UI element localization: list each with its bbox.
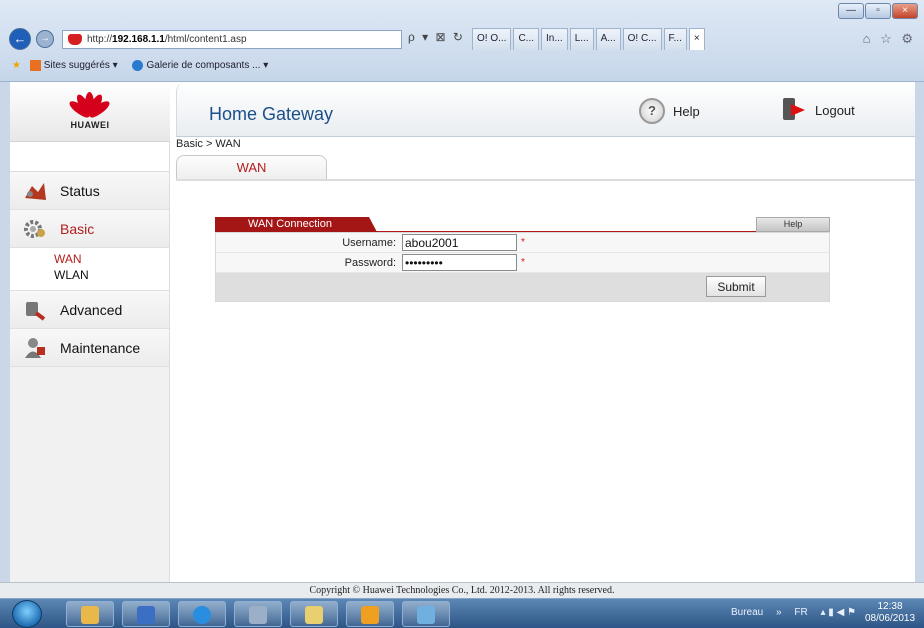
page-header: Home Gateway ? Help Logout [176, 82, 915, 137]
username-row: Username: * [216, 233, 829, 253]
webslice-icon [132, 59, 144, 71]
help-link[interactable]: ? Help [639, 98, 700, 124]
browser-tab[interactable]: In... [541, 28, 568, 50]
back-icon[interactable]: ← [9, 28, 31, 50]
browser-tab-active-close[interactable]: × [688, 28, 705, 50]
address-bar[interactable]: http://192.168.1.1/html/content1.asp [62, 30, 402, 49]
sidebar-item-status[interactable]: Status [10, 172, 169, 210]
advanced-icon [22, 299, 48, 321]
browser-tab[interactable]: F... [663, 28, 687, 50]
site-favicon [68, 34, 82, 45]
sidebar-spacer [10, 142, 169, 172]
forward-icon[interactable]: → [36, 30, 54, 48]
huawei-logo: HUAWEI [10, 82, 170, 142]
taskbar-mail-app[interactable] [66, 601, 114, 627]
tray-expand-icon[interactable]: » [776, 607, 782, 618]
sidebar-item-advanced[interactable]: Advanced [10, 291, 169, 329]
sidebar-item-label: Maintenance [60, 339, 141, 356]
huawei-petal-icon [67, 88, 112, 120]
wan-connection-panel: WAN Connection Help Username: * Password… [215, 217, 830, 302]
taskbar-ie-app[interactable] [178, 601, 226, 627]
favorite-suggested-sites[interactable]: Sites suggérés ▾ [44, 60, 118, 71]
panel-header: WAN Connection Help [215, 217, 830, 232]
logout-label: Logout [815, 102, 855, 118]
browser-tab[interactable]: A... [595, 28, 621, 50]
taskbar-word-app[interactable] [122, 601, 170, 627]
brand-name: HUAWEI [70, 120, 110, 130]
sidebar-item-maintenance[interactable]: Maintenance [10, 329, 169, 367]
system-tray: Bureau » FR ▴ ▮ ◀ ⚑ [721, 607, 856, 618]
browser-tab[interactable]: O! O... [472, 28, 512, 50]
window-controls: — ▫ × [837, 3, 918, 19]
panel-body: Username: * Password: * Submit [215, 232, 830, 302]
favorites-star-icon[interactable]: ★ [12, 60, 21, 71]
tray-icons[interactable]: ▴ ▮ ◀ ⚑ [820, 607, 856, 618]
maintenance-icon [22, 337, 48, 359]
username-field[interactable] [402, 234, 517, 251]
suggested-sites-icon [29, 59, 41, 71]
password-field[interactable] [402, 254, 517, 271]
page-title: Home Gateway [209, 104, 334, 124]
browser-chrome: — ▫ × ← → http://192.168.1.1/html/conten… [0, 0, 924, 82]
required-mark: * [521, 257, 525, 268]
home-star-gear-icons[interactable]: ⌂ ☆ ⚙ [863, 31, 916, 47]
sidebar-item-label: Basic [60, 220, 95, 237]
username-label: Username: [342, 236, 396, 249]
browser-tab[interactable]: L... [569, 28, 594, 50]
tab-divider [176, 179, 915, 181]
password-row: Password: * [216, 253, 829, 273]
taskbar-clock[interactable]: 12:38 08/06/2013 [862, 601, 918, 625]
minimize-button[interactable]: — [838, 3, 864, 19]
panel-help-button[interactable]: Help [756, 217, 830, 232]
required-mark: * [521, 237, 525, 248]
help-label: Help [673, 103, 700, 119]
copyright-footer: Copyright © Huawei Technologies Co., Ltd… [0, 582, 924, 598]
router-page: HUAWEI Status Basic WAN WLAN Advanced Ma… [10, 82, 915, 582]
password-label: Password: [344, 256, 396, 269]
clock-date: 08/06/2013 [864, 613, 916, 624]
favorite-gallery[interactable]: Galerie de composants ... ▾ [146, 60, 268, 71]
taskbar-nero-app[interactable] [290, 601, 338, 627]
taskbar-network-app[interactable] [402, 601, 450, 627]
clock-time: 12:38 [877, 601, 903, 612]
sidebar-subitem-wan[interactable]: WAN [10, 252, 169, 268]
taskbar-dlink-app[interactable] [346, 601, 394, 627]
browser-tab[interactable]: C... [513, 28, 540, 50]
sidebar-subitem-wlan[interactable]: WLAN [10, 268, 169, 284]
favorites-bar: ★ Sites suggérés ▾ Galerie de composants… [0, 54, 924, 78]
maximize-button[interactable]: ▫ [865, 3, 891, 19]
url-prefix: http:// [87, 34, 113, 45]
submit-row: Submit [216, 273, 829, 301]
windows-taskbar: Bureau » FR ▴ ▮ ◀ ⚑ 12:38 08/06/2013 [0, 598, 924, 628]
status-icon [22, 180, 48, 202]
sidebar-item-label: Advanced [60, 301, 123, 318]
panel-title: WAN Connection [215, 217, 377, 232]
sidebar-item-label: Status [60, 182, 100, 199]
tray-location[interactable]: Bureau [731, 607, 763, 618]
url-path: /html/content1.asp [164, 34, 247, 45]
browser-tabs: O! O... C... In... L... A... O! C... F..… [472, 28, 707, 50]
browser-tab[interactable]: O! C... [622, 28, 662, 50]
start-button[interactable] [12, 600, 42, 628]
tab-wan[interactable]: WAN [176, 155, 327, 180]
basic-icon [22, 218, 48, 240]
sidebar-submenu: WAN WLAN [10, 248, 169, 291]
logout-door-icon [781, 98, 807, 122]
help-icon: ? [639, 98, 665, 124]
address-tools[interactable]: ρ ▾ ⊠ ↻ [408, 30, 465, 44]
logout-link[interactable]: Logout [781, 98, 855, 122]
sidebar: HUAWEI Status Basic WAN WLAN Advanced Ma… [10, 82, 170, 582]
submit-button[interactable]: Submit [706, 276, 766, 297]
url-host: 192.168.1.1 [112, 34, 165, 45]
breadcrumb: Basic > WAN [176, 138, 241, 150]
taskbar-calculator-app[interactable] [234, 601, 282, 627]
tray-language[interactable]: FR [794, 607, 807, 618]
close-button[interactable]: × [892, 3, 918, 19]
sidebar-item-basic[interactable]: Basic [10, 210, 169, 248]
